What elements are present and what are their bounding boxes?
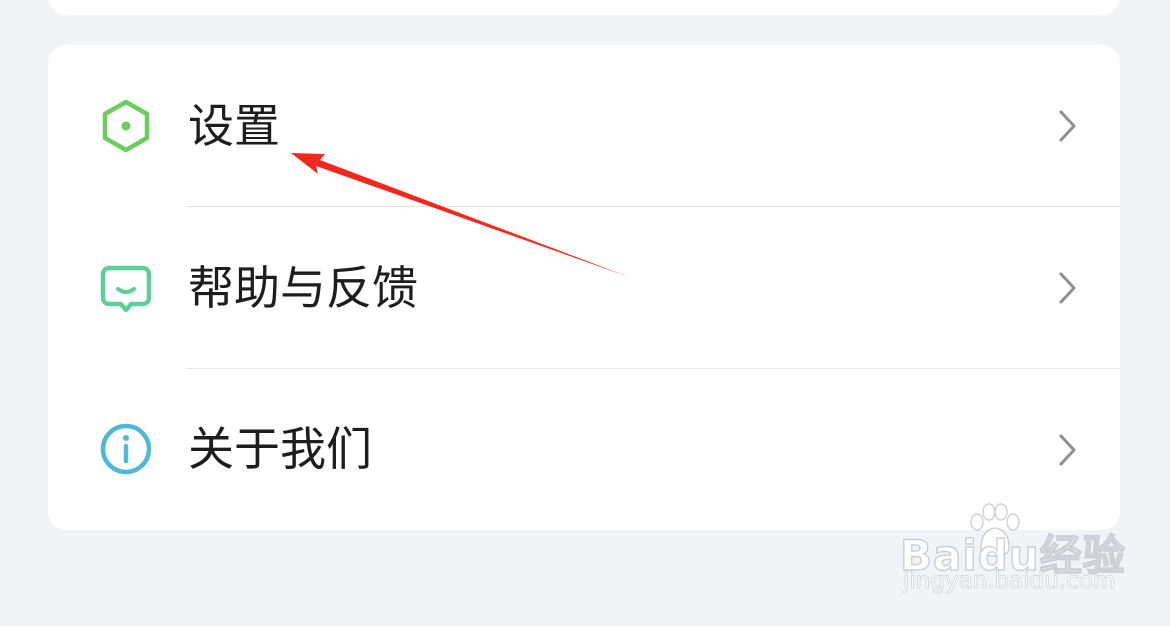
menu-item-about-us[interactable]: 关于我们 — [48, 369, 1120, 530]
watermark-url: jingyan.baidu.com — [903, 568, 1116, 595]
info-icon — [98, 421, 154, 477]
chevron-right-icon — [1056, 108, 1080, 144]
chevron-right-icon — [1056, 270, 1080, 306]
settings-hexagon-icon — [98, 98, 154, 154]
menu-item-label: 关于我们 — [188, 422, 372, 476]
menu-item-settings[interactable]: 设置 — [48, 45, 1120, 206]
top-card-remnant — [48, 0, 1120, 15]
watermark-brand: Baidu经验 — [899, 530, 1126, 580]
menu-item-label: 帮助与反馈 — [188, 261, 418, 315]
menu-item-label: 设置 — [188, 99, 280, 153]
menu-item-help-feedback[interactable]: 帮助与反馈 — [48, 207, 1120, 368]
feedback-bubble-icon — [98, 260, 154, 316]
chevron-right-icon — [1056, 432, 1080, 468]
menu-card: 设置 帮助与反馈 关于我们 — [48, 45, 1120, 530]
